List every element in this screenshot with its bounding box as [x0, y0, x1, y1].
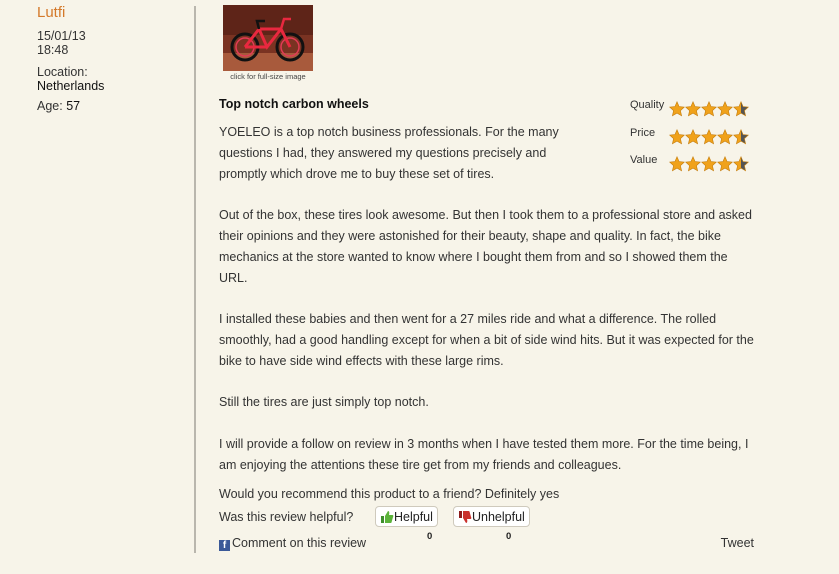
reviewer-name[interactable]: Lutfi [37, 4, 187, 21]
tweet-button[interactable]: Tweet [721, 536, 754, 550]
review-body: YOELEO is a top notch business professio… [219, 122, 754, 496]
star-full-icon [701, 101, 717, 117]
review-date: 15/01/13 [37, 29, 86, 43]
review-time: 18:48 [37, 43, 69, 57]
age-label: Age: [37, 99, 63, 113]
star-half-icon [733, 101, 749, 117]
recommendation: Would you recommend this product to a fr… [219, 487, 560, 501]
review-paragraph: I installed these babies and then went f… [219, 312, 754, 368]
bike-illustration [223, 5, 313, 71]
star-full-icon [669, 101, 685, 117]
unhelpful-button[interactable]: Unhelpful [453, 506, 530, 527]
reviewer-info: Lutfi 15/01/13 18:48 Location: Netherlan… [37, 4, 187, 113]
comment-link[interactable]: Comment on this review [232, 536, 366, 550]
thumbnail-caption[interactable]: click for full-size image [223, 72, 313, 81]
location-label: Location: [37, 65, 88, 79]
helpful-label: Helpful [394, 509, 433, 524]
star-full-icon [685, 101, 701, 117]
location-value: Netherlands [37, 79, 105, 93]
review-paragraph: Still the tires are just simply top notc… [219, 395, 429, 410]
review-paragraph: YOELEO is a top notch business professio… [219, 125, 559, 181]
column-divider [194, 6, 196, 553]
review-paragraph: Out of the box, these tires look awesome… [219, 208, 752, 285]
review-datetime: 15/01/13 18:48 [37, 29, 187, 57]
review-image[interactable]: click for full-size image [223, 5, 313, 81]
facebook-icon[interactable]: f [219, 540, 230, 551]
unhelpful-label: Unhelpful [472, 509, 525, 524]
age: Age: 57 [37, 99, 187, 113]
thumbs-down-icon [459, 510, 472, 523]
thumbs-up-icon [381, 510, 394, 523]
bike-photo[interactable] [223, 5, 313, 71]
review-title: Top notch carbon wheels [219, 97, 369, 111]
star-full-icon [717, 101, 733, 117]
helpful-button[interactable]: Helpful [375, 506, 438, 527]
star-rating [669, 101, 749, 117]
helpful-question: Was this review helpful? [219, 510, 354, 524]
age-value: 57 [66, 99, 81, 113]
rating-label: Quality [630, 99, 665, 111]
review-actions: f Comment on this review Tweet [219, 536, 754, 551]
review-paragraph: I will provide a follow on review in 3 m… [219, 436, 749, 472]
